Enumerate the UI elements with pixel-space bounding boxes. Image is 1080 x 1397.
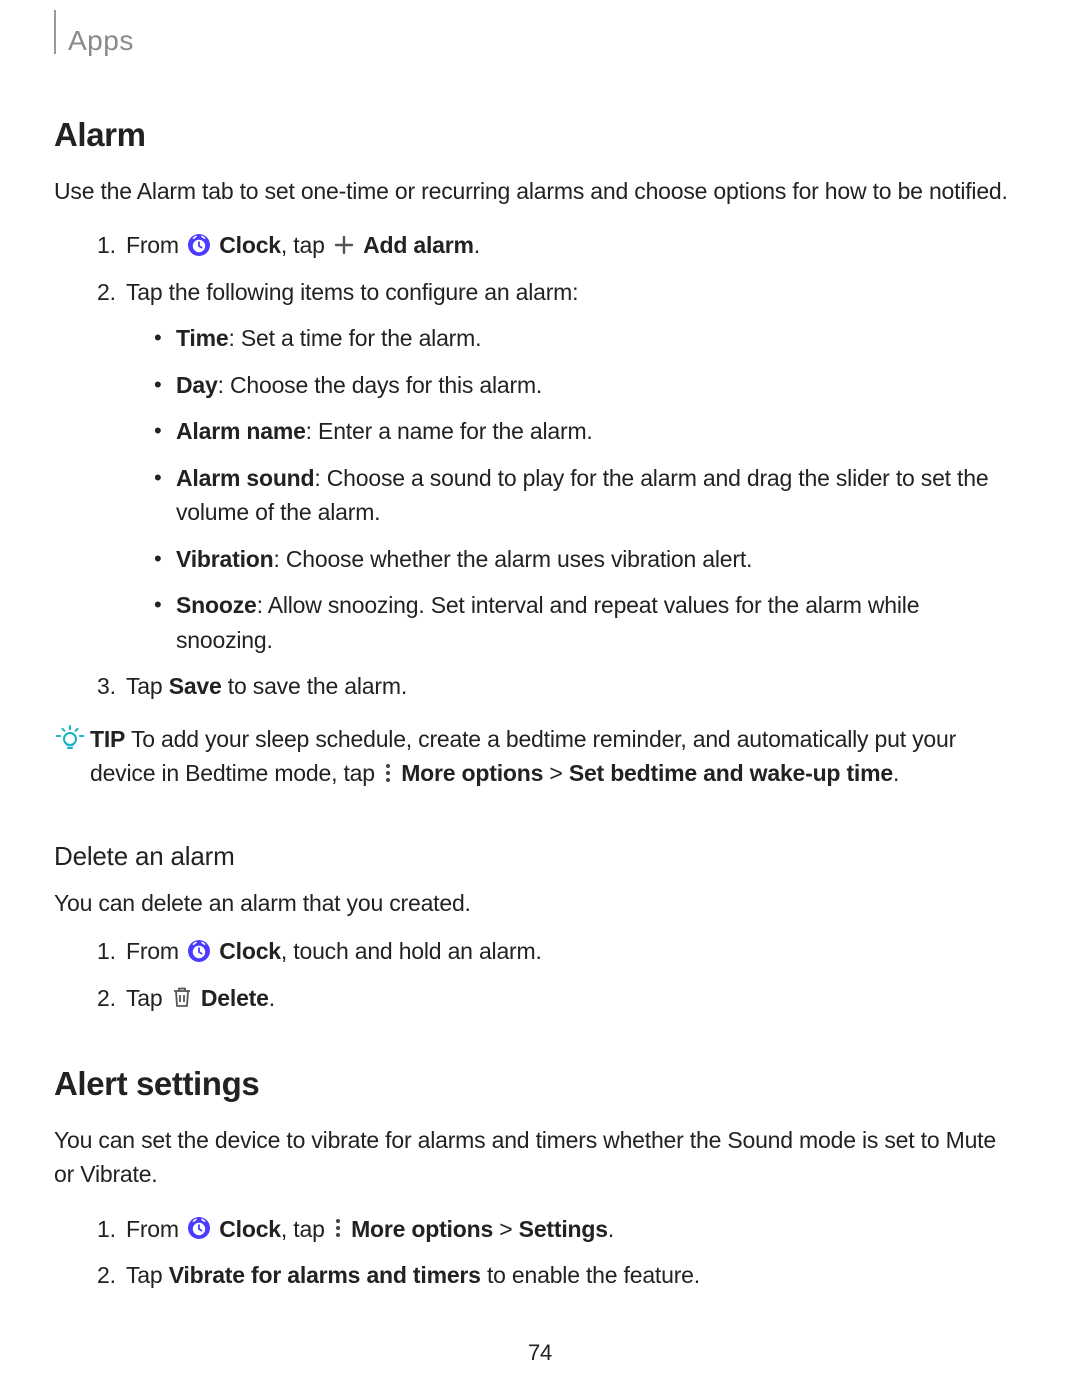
tip-block: TIP To add your sleep schedule, create a… xyxy=(54,722,1020,791)
alarm-config-list: Time: Set a time for the alarm. Day: Cho… xyxy=(126,321,1020,657)
desc: : Set a time for the alarm. xyxy=(228,325,481,351)
delete-step-2: Tap Delete. xyxy=(122,981,1020,1016)
more-vert-icon xyxy=(383,762,393,784)
tip-label: TIP xyxy=(90,726,125,752)
text-pre: Tap xyxy=(126,985,169,1011)
list-item: Time: Set a time for the alarm. xyxy=(154,321,1020,356)
period: . xyxy=(474,232,480,258)
period: . xyxy=(608,1216,614,1242)
text-pre: Tap xyxy=(126,1262,169,1288)
section-title-alert: Alert settings xyxy=(54,1059,1020,1109)
section-title-alarm: Alarm xyxy=(54,110,1020,160)
subsection-title-delete: Delete an alarm xyxy=(54,837,1020,876)
term: Day xyxy=(176,372,218,398)
list-item: Alarm sound: Choose a sound to play for … xyxy=(154,461,1020,530)
alarm-step-2: Tap the following items to configure an … xyxy=(122,275,1020,658)
alert-steps: From Clock, tap More options > Settings.… xyxy=(54,1212,1020,1293)
alarm-intro: Use the Alarm tab to set one-time or rec… xyxy=(54,174,1020,209)
delete-step-1: From Clock, touch and hold an alarm. xyxy=(122,934,1020,969)
plus-icon xyxy=(333,234,355,256)
list-item: Vibration: Choose whether the alarm uses… xyxy=(154,542,1020,577)
desc: : Allow snoozing. Set interval and repea… xyxy=(176,592,919,653)
page-number: 74 xyxy=(0,1336,1080,1369)
text-post: to save the alarm. xyxy=(222,673,407,699)
vibrate-label: Vibrate for alarms and timers xyxy=(169,1262,481,1288)
list-item: Day: Choose the days for this alarm. xyxy=(154,368,1020,403)
delete-label: Delete xyxy=(201,985,269,1011)
lightbulb-icon xyxy=(54,722,86,754)
clock-icon xyxy=(187,1216,211,1240)
alert-step-2: Tap Vibrate for alarms and timers to ena… xyxy=(122,1258,1020,1293)
clock-icon xyxy=(187,939,211,963)
text-tap: , tap xyxy=(281,232,331,258)
alarm-step-1: From Clock, tap Add alarm. xyxy=(122,228,1020,263)
term: Time xyxy=(176,325,228,351)
clock-label: Clock xyxy=(219,938,281,964)
desc: : Choose the days for this alarm. xyxy=(218,372,543,398)
header-divider xyxy=(54,10,56,54)
settings-label: Settings xyxy=(519,1216,608,1242)
alarm-step-3: Tap Save to save the alarm. xyxy=(122,669,1020,704)
more-vert-icon xyxy=(333,1217,343,1239)
list-item: Alarm name: Enter a name for the alarm. xyxy=(154,414,1020,449)
bedtime-label: Set bedtime and wake-up time xyxy=(569,760,893,786)
text-post: to enable the feature. xyxy=(481,1262,700,1288)
step2-lead: Tap the following items to configure an … xyxy=(126,279,578,305)
term: Alarm sound xyxy=(176,465,314,491)
term: Alarm name xyxy=(176,418,306,444)
text-pre: Tap xyxy=(126,673,169,699)
desc: : Choose whether the alarm uses vibratio… xyxy=(273,546,752,572)
more-options-label: More options xyxy=(401,760,543,786)
save-label: Save xyxy=(169,673,222,699)
term: Snooze xyxy=(176,592,257,618)
tip-period: . xyxy=(893,760,899,786)
alert-intro: You can set the device to vibrate for al… xyxy=(54,1123,1020,1192)
alert-step-1: From Clock, tap More options > Settings. xyxy=(122,1212,1020,1247)
tip-sep: > xyxy=(543,760,569,786)
text-from: From xyxy=(126,232,185,258)
term: Vibration xyxy=(176,546,273,572)
desc: : Enter a name for the alarm. xyxy=(306,418,593,444)
text-from: From xyxy=(126,938,185,964)
breadcrumb: Apps xyxy=(68,20,134,62)
delete-steps: From Clock, touch and hold an alarm. Tap xyxy=(54,934,1020,1015)
delete-intro: You can delete an alarm that you created… xyxy=(54,886,1020,921)
clock-label: Clock xyxy=(219,1216,281,1242)
sep: > xyxy=(493,1216,519,1242)
text-post: , touch and hold an alarm. xyxy=(281,938,542,964)
text-from: From xyxy=(126,1216,185,1242)
more-options-label: More options xyxy=(351,1216,493,1242)
trash-icon xyxy=(171,985,193,1009)
period: . xyxy=(269,985,275,1011)
add-alarm-label: Add alarm xyxy=(363,232,474,258)
list-item: Snooze: Allow snoozing. Set interval and… xyxy=(154,588,1020,657)
alarm-steps: From Clock, tap Add alarm. Tap the follo… xyxy=(54,228,1020,704)
text-tap: , tap xyxy=(281,1216,331,1242)
page-header: Apps xyxy=(54,20,1020,62)
clock-label: Clock xyxy=(219,232,281,258)
clock-icon xyxy=(187,233,211,257)
